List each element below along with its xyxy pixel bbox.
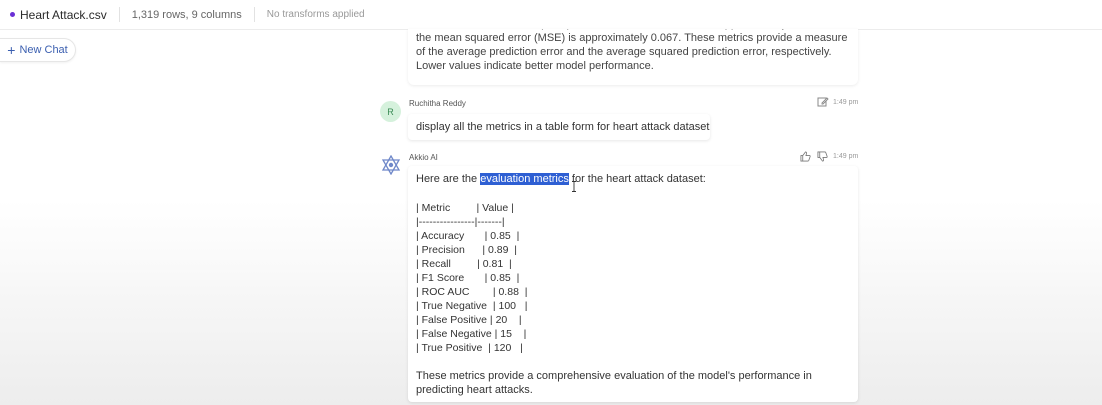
ai-intro-text: Here are the evaluation metrics for the … — [416, 173, 706, 185]
user-message-time: 1:49 pm — [833, 99, 859, 106]
ai-sender-name: Akkio AI — [409, 153, 438, 162]
intro-after: for the heart attack dataset: — [568, 173, 706, 185]
edit-icon[interactable] — [817, 96, 829, 108]
thumbs-up-icon[interactable] — [800, 151, 811, 162]
dataset-filename[interactable]: Heart Attack.csv — [20, 8, 107, 22]
selected-text[interactable]: evaluation metrics — [480, 173, 569, 185]
table-line: | Metric | Value | — [416, 202, 514, 214]
previous-message-text: The Mean absolute error (MAE) for the he… — [416, 29, 848, 72]
thumbs-down-icon[interactable] — [817, 151, 828, 162]
top-bar: Heart Attack.csv 1,319 rows, 9 columns N… — [0, 0, 1102, 30]
intro-before: Here are the — [416, 173, 481, 185]
table-line: | False Negative | 15 | — [416, 328, 527, 340]
divider — [118, 7, 120, 22]
new-chat-button[interactable]: + New Chat — [0, 38, 76, 62]
plus-icon: + — [7, 42, 16, 58]
previous-ai-message: The Mean absolute error (MAE) for the he… — [408, 29, 858, 85]
new-chat-label: New Chat — [19, 44, 68, 56]
user-message-text: display all the metrics in a table form … — [416, 121, 710, 133]
file-status-dot — [10, 12, 15, 17]
table-line: |----------------|-------| — [416, 216, 505, 228]
ai-message-card: Here are the evaluation metrics for the … — [408, 166, 858, 402]
table-line: | F1 Score | 0.85 | — [416, 272, 520, 284]
ai-outro-text: These metrics provide a comprehensive ev… — [416, 370, 812, 396]
table-line: | True Positive | 120 | — [416, 342, 523, 354]
table-line: | Recall | 0.81 | — [416, 258, 512, 270]
table-line: | ROC AUC | 0.88 | — [416, 286, 528, 298]
user-message-bubble: display all the metrics in a table form … — [408, 114, 710, 140]
table-line: | False Positive | 20 | — [416, 314, 522, 326]
transforms-status: No transforms applied — [266, 9, 365, 20]
akkio-logo-icon — [381, 155, 401, 175]
dataset-dimensions: 1,319 rows, 9 columns — [131, 8, 242, 21]
table-line: | Accuracy | 0.85 | — [416, 230, 520, 242]
text-cursor-icon — [572, 181, 576, 192]
table-line: | Precision | 0.89 | — [416, 244, 517, 256]
table-line: | True Negative | 100 | — [416, 300, 528, 312]
user-sender-name: Ruchitha Reddy — [409, 99, 466, 108]
avatar: R — [380, 101, 401, 122]
divider — [253, 7, 255, 22]
dataset-file[interactable]: Heart Attack.csv — [10, 8, 107, 22]
metrics-table: | Metric | Value | |----------------|----… — [416, 201, 528, 355]
ai-message-time: 1:49 pm — [833, 153, 859, 160]
